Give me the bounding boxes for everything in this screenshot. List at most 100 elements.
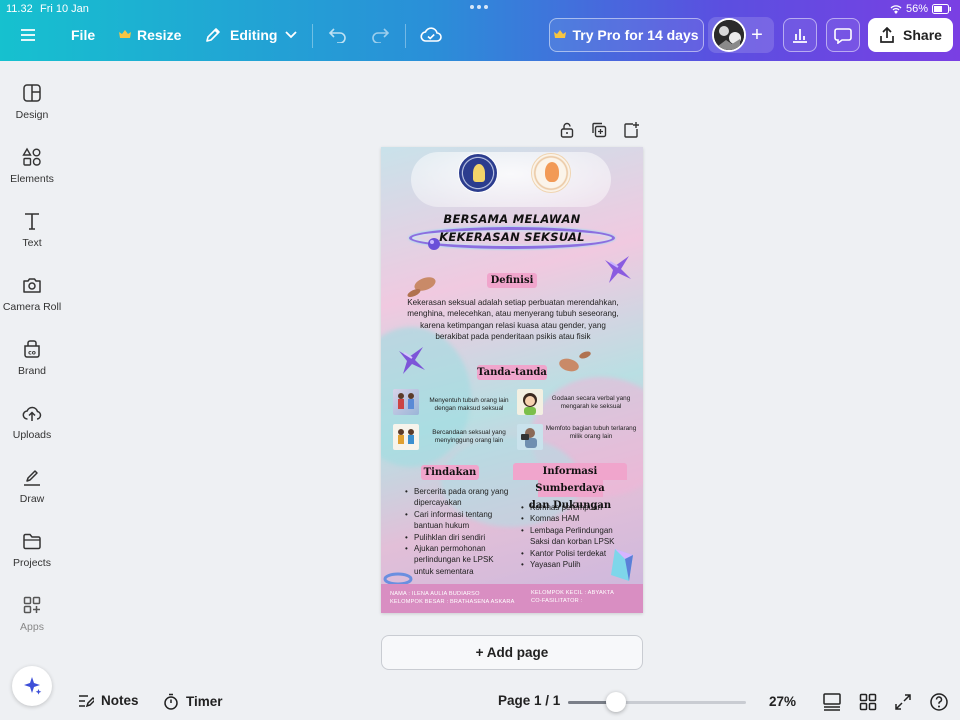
peanut-decoration-icon <box>559 351 591 372</box>
help-icon[interactable] <box>929 692 949 712</box>
multitask-dots-icon[interactable] <box>470 5 488 9</box>
page-tools <box>558 121 640 139</box>
sidebar-item-brand[interactable]: co Brand <box>0 339 64 377</box>
editing-mode-dropdown[interactable]: Editing <box>204 19 298 51</box>
magic-assistant-button[interactable] <box>10 664 54 708</box>
poster-title-line2: KEKERASAN SEKSUAL <box>439 230 585 244</box>
design-page[interactable]: BERSAMA MELAWAN KEKERASAN SEKSUAL Defini… <box>381 147 643 613</box>
sidebar-item-uploads[interactable]: Uploads <box>0 403 64 441</box>
text-t-icon <box>25 213 39 230</box>
sign-illustration-photo <box>517 424 543 450</box>
3d-cross-shape-icon <box>605 256 631 283</box>
notes-label: Notes <box>101 693 139 708</box>
left-sidebar: Design Elements Text Camera Roll co Bran… <box>0 61 64 720</box>
undo-icon <box>328 28 346 43</box>
page-view-icon[interactable] <box>822 692 842 712</box>
pen-draw-icon <box>24 470 40 486</box>
sign-text-2: Godaan secara verbal yang mengarah ke se… <box>551 395 631 410</box>
sidebar-item-text[interactable]: Text <box>0 211 64 249</box>
sidebar-item-projects[interactable]: Projects <box>0 531 64 569</box>
sidebar-item-camera-roll[interactable]: Camera Roll <box>0 275 64 313</box>
duplicate-page-icon[interactable] <box>590 121 608 139</box>
cloud-upload-icon <box>22 406 42 421</box>
chevron-down-icon <box>285 31 298 39</box>
insights-button[interactable] <box>783 18 817 52</box>
sidebar-item-apps[interactable]: Apps <box>0 595 64 633</box>
notes-button[interactable]: Notes <box>78 693 139 708</box>
avatar-image-icon <box>714 20 744 50</box>
battery-percent: 56% <box>905 3 928 15</box>
status-time: 11.32 <box>6 3 33 15</box>
tanda-tanda-heading: Tanda-tanda <box>477 365 547 380</box>
redo-button[interactable] <box>370 19 390 51</box>
definisi-heading: Definisi <box>487 273 537 288</box>
sidebar-item-label: Projects <box>13 557 51 569</box>
undo-button[interactable] <box>328 19 348 51</box>
3d-prism-decoration-icon <box>611 549 633 581</box>
organization-logo-icon <box>531 153 571 193</box>
apps-grid-icon <box>23 596 41 614</box>
camera-icon <box>23 278 41 293</box>
shapes-icon <box>22 147 41 166</box>
sidebar-item-label: Text <box>22 237 42 249</box>
sidebar-item-label: Camera Roll <box>2 301 62 313</box>
toolbar-divider <box>405 24 406 48</box>
people-joke-icon <box>398 429 414 444</box>
page-indicator[interactable]: Page 1 / 1 <box>498 693 560 708</box>
people-touch-icon <box>398 393 414 409</box>
list-item: Ajukan permohonan perlindungan ke LPSK u… <box>405 543 513 577</box>
timer-button[interactable]: Timer <box>163 693 223 710</box>
sign-text-3: Bercandaan seksual yang menyinggung oran… <box>432 429 506 444</box>
add-page-icon[interactable] <box>622 121 640 139</box>
sidebar-item-design[interactable]: Design <box>0 83 64 121</box>
sign-illustration-touch <box>393 389 419 415</box>
sidebar-item-label: Elements <box>10 173 54 185</box>
try-pro-label: Try Pro for 14 days <box>572 27 699 43</box>
sparkle-icon <box>24 677 42 695</box>
footer-small-group: KELOMPOK KECIL : ABYAKTA <box>531 590 615 596</box>
list-item: Komnas perempuan <box>521 502 633 514</box>
toolbar-divider <box>312 24 313 48</box>
lock-icon[interactable] <box>558 121 576 139</box>
bar-chart-icon <box>793 29 807 43</box>
list-item: Bercerita pada orang yang dipercayakan <box>405 486 513 509</box>
add-collaborator-button[interactable]: + <box>746 24 768 46</box>
status-battery: 56% <box>890 3 952 15</box>
svg-text:co: co <box>28 350 36 357</box>
list-item: Pulihklan diri sendiri <box>405 532 513 544</box>
sidebar-item-elements[interactable]: Elements <box>0 147 64 185</box>
comments-button[interactable] <box>826 18 860 52</box>
footer-name: NAMA : ILENA AULIA BUDIARSO <box>390 591 480 597</box>
save-status-button[interactable] <box>420 19 442 51</box>
poster-title-line1: BERSAMA MELAWAN <box>443 212 581 226</box>
sidebar-item-draw[interactable]: Draw <box>0 467 64 505</box>
zoom-slider-handle[interactable] <box>606 692 627 712</box>
fullscreen-icon[interactable] <box>893 692 913 712</box>
comment-icon <box>834 27 852 44</box>
menu-button[interactable] <box>20 19 42 51</box>
add-page-button[interactable]: + Add page <box>381 635 643 670</box>
informasi-heading-line1: Informasi Sumberdaya <box>535 466 605 494</box>
share-button[interactable]: Share <box>868 18 953 52</box>
footer-cofacilitator: CO-FASILITATOR : <box>531 598 583 604</box>
university-logo-icon <box>458 153 498 193</box>
grid-view-icon[interactable] <box>858 692 878 712</box>
footer-big-group: KELOMPOK BESAR : BRATHASENA ASKARA <box>390 599 515 605</box>
file-menu-button[interactable]: File <box>71 19 95 51</box>
zoom-level[interactable]: 27% <box>769 694 796 709</box>
3d-cross-shape-icon <box>399 347 425 374</box>
battery-icon <box>932 4 951 14</box>
sidebar-item-label: Design <box>15 109 49 121</box>
editing-label: Editing <box>230 27 278 43</box>
avatar[interactable] <box>712 18 746 52</box>
glass-blob-decoration <box>411 152 611 207</box>
sign-text-1: Menyentuh tubuh orang lain dengan maksud… <box>429 397 509 412</box>
sign-illustration-verbal <box>517 389 543 415</box>
definisi-text: Kekerasan seksual adalah setiap perbuata… <box>407 298 619 341</box>
zoom-slider[interactable] <box>568 701 746 704</box>
girl-face-icon <box>523 393 537 415</box>
tindakan-heading: Tindakan <box>421 465 479 480</box>
timer-label: Timer <box>186 694 223 709</box>
try-pro-button[interactable]: Try Pro for 14 days <box>549 18 704 52</box>
resize-button[interactable]: Resize <box>119 19 181 51</box>
